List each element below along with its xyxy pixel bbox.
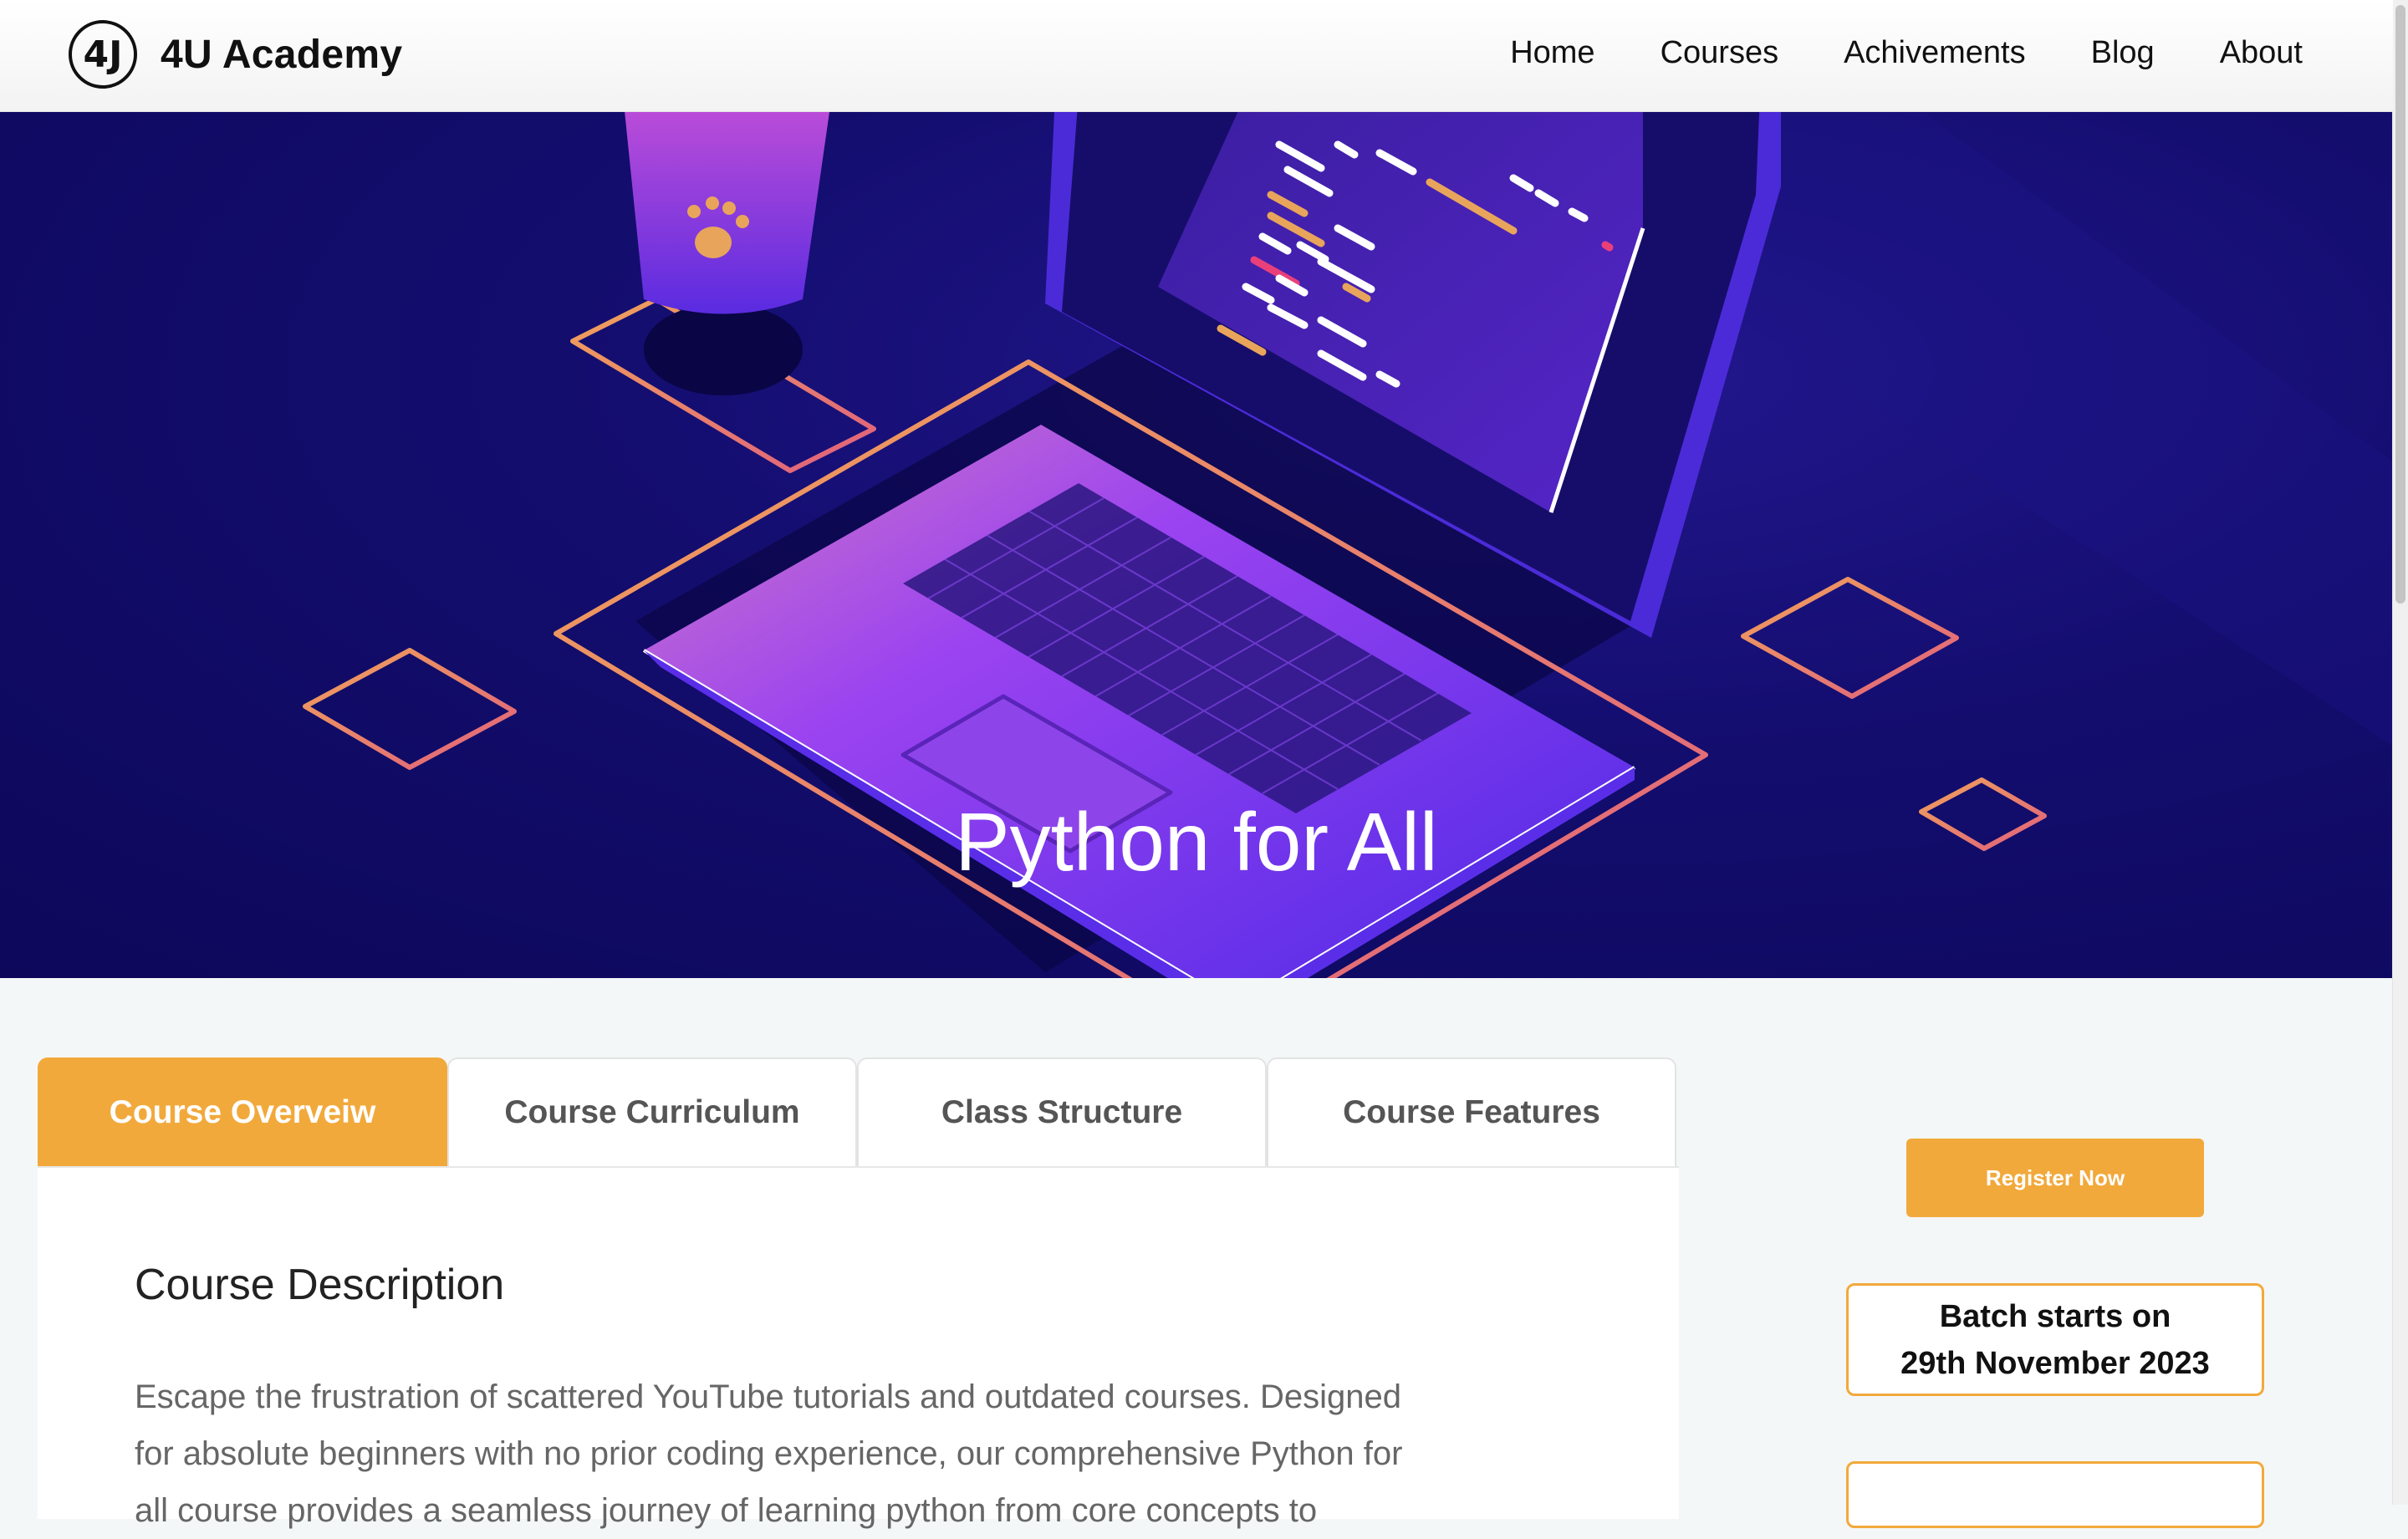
nav-links: Home Courses Achivements Blog About: [1510, 35, 2303, 71]
hero-banner: Python for All: [0, 111, 2393, 978]
nav-courses[interactable]: Courses: [1661, 35, 1779, 71]
tab-course-overview[interactable]: Course Overveiw: [38, 1057, 447, 1166]
tab-content-panel: Course Description Escape the frustratio…: [38, 1166, 1679, 1529]
course-description-text: Escape the frustration of scattered YouT…: [135, 1378, 1403, 1529]
page-scrollbar[interactable]: [2392, 0, 2408, 1505]
batch-start-card: Batch starts on 29th November 2023: [1846, 1283, 2264, 1396]
nav-about[interactable]: About: [2220, 35, 2303, 71]
scrollbar-thumb[interactable]: [2395, 5, 2405, 604]
brand-name[interactable]: 4U Academy: [161, 32, 402, 78]
4u-logo-icon[interactable]: 4J: [69, 20, 137, 89]
batch-date: 29th November 2023: [1900, 1345, 2210, 1381]
section-heading: Course Description: [135, 1261, 505, 1309]
tab-course-features[interactable]: Course Features: [1267, 1057, 1676, 1166]
register-now-button[interactable]: Register Now: [1906, 1139, 2204, 1217]
top-navbar: 4J 4U Academy Home Courses Achivements B…: [0, 0, 2393, 112]
nav-blog[interactable]: Blog: [2091, 35, 2155, 71]
batch-label: Batch starts on: [1939, 1298, 2171, 1334]
nav-achivements[interactable]: Achivements: [1844, 35, 2026, 71]
hero-title: Python for All: [955, 796, 1438, 888]
course-tabs: Course Overveiw Course Curriculum Class …: [38, 1057, 1676, 1166]
sidebar-info-card: [1846, 1461, 2264, 1528]
tab-class-structure[interactable]: Class Structure: [857, 1057, 1267, 1166]
nav-home[interactable]: Home: [1510, 35, 1594, 71]
tab-course-curriculum[interactable]: Course Curriculum: [447, 1057, 857, 1166]
